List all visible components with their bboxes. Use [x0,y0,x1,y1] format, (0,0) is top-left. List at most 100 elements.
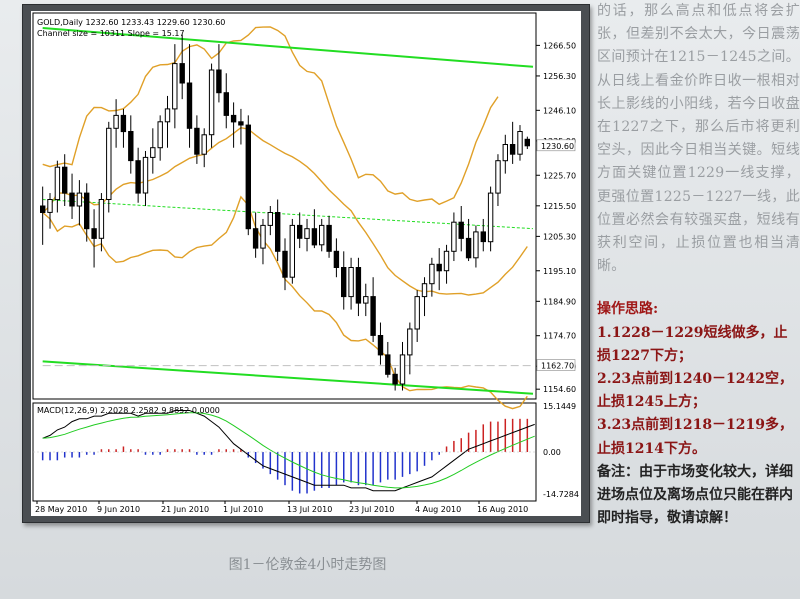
candle-body [333,250,340,269]
candle-body [186,82,193,129]
candle-body [487,192,494,243]
date-tick-label: 23 Jul 2010 [349,505,394,514]
commentary-text: 的话，那么高点和低点将会扩张，但差别不会太大，今日震荡区间预计在1215－124… [597,3,800,275]
candle-body [135,160,141,194]
figure-caption: 图1－伦敦金4小时走势图 [228,557,387,573]
date-tick-label: 13 Jul 2010 [287,505,332,514]
candle-body [172,63,178,110]
price-tick-label: 1225.70 [543,171,576,180]
candle-body [113,114,119,129]
strategy-item-3: 3.23点前到1218－1219多，止损1214下方。 [597,417,794,457]
side-panel: 的话，那么高点和低点将会扩张，但差别不会太大，今日震荡区间预计在1215－124… [594,0,800,599]
candle-body [289,224,296,278]
price-chart: 1266.501256.301246.101235.901225.701215.… [31,11,581,516]
candle-body [275,212,281,252]
channel-label: Channel size = 10311 Slope = 15.17 [37,29,185,38]
candle-body [260,224,266,249]
date-tick-label: 4 Aug 2010 [415,505,461,514]
date-tick-label: 21 Jun 2010 [161,505,209,514]
candle-body [377,335,384,356]
price-tick-label: 1246.10 [543,106,576,115]
candle-body [392,373,398,385]
candle-body [414,296,420,330]
candle-body [47,199,53,213]
candle-body [436,263,442,272]
candle-body [282,250,288,278]
candle-body [120,114,127,133]
candle-body [98,199,105,239]
strategy-title: 操作思路: [597,301,659,318]
date-tick-label: 28 May 2010 [35,505,87,514]
strategy-section: 操作思路: 1.1228－1229短线做多，止损1227下方； 2.23点前到1… [594,298,800,460]
candle-body [451,221,457,252]
candle-body [385,354,391,375]
candle-body [245,124,252,230]
candle-body [216,69,222,94]
date-tick-label: 1 Jul 2010 [223,505,263,514]
candle-body [517,131,523,155]
candle-body [106,127,112,200]
macd-tick-label: 0.00 [543,448,561,457]
candle-body [509,144,516,155]
candle-body [157,121,163,149]
date-tick-label: 9 Jun 2010 [97,505,140,514]
candle-body [465,237,472,259]
date-tick-label: 16 Aug 2010 [477,505,528,514]
candle-body [62,166,68,194]
candle-body [495,160,501,194]
price-tick-label: 1174.70 [543,332,576,341]
chart-frame: 1266.501256.301246.101235.901225.701215.… [22,4,590,523]
candle-body [69,192,75,207]
price-tick-label: 1256.30 [543,72,576,81]
candle-body [54,166,61,201]
candle-body [348,267,354,298]
candle-body [473,231,479,259]
candle-body [164,108,171,123]
candle-body [128,131,134,162]
price-tick-label: 1154.60 [543,385,576,394]
candle-body [355,267,362,304]
strategy-item-1: 1.1228－1229短线做多，止损1227下方； [597,324,788,364]
candle-body [326,224,332,252]
candle-body [91,228,97,239]
candle-body [238,121,244,126]
candle-body [297,224,303,239]
candle-body [480,231,487,243]
candle-body [341,267,347,298]
price-tick-label: 1215.50 [543,202,576,211]
candle-body [179,63,185,84]
candle-body [208,69,215,136]
note-text: 备注：由于市场变化较大，详细进场点位及离场点位只能在群内即时指导，敬请谅解！ [597,463,793,527]
price-marker-label: 1162.70 [541,362,574,371]
candle-body [304,228,310,239]
candle-body [421,283,428,298]
candle-body [194,127,200,155]
candle-body [84,192,90,230]
candle-body [201,134,207,155]
candle-body [524,138,531,147]
candle-body [429,263,435,285]
candle-body [252,228,259,249]
candle-body [370,296,376,336]
chart-title: GOLD,Daily 1232.60 1233.43 1229.60 1230.… [37,18,225,27]
macd-tick-label: 15.1449 [543,402,576,411]
candle-body [443,250,450,272]
price-tick-label: 1266.50 [543,41,576,50]
candle-body [311,228,318,246]
price-tick-label: 1184.90 [543,297,576,306]
candle-body [407,328,413,356]
price-tick-label: 1195.10 [543,267,576,276]
candle-body [76,192,83,207]
price-marker-label: 1230.60 [541,142,574,151]
candle-body [40,205,46,213]
candle-body [502,144,509,162]
strategy-item-2: 2.23点前到1240－1242空，止损1245上方； [597,371,794,411]
candle-body [223,92,230,116]
candle-body [150,147,156,158]
price-tick-label: 1205.30 [543,232,576,241]
candle-body [319,224,325,246]
candle-body [399,354,406,385]
candle-body [363,296,369,304]
candle-body [142,156,149,194]
macd-tick-label: -14.7284 [543,490,579,499]
